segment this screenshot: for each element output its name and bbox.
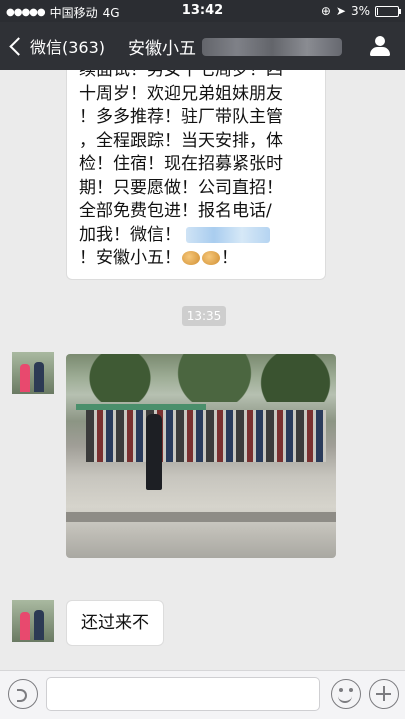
redacted-wechat-id xyxy=(186,226,271,243)
message-line: 检！住宿！现在招募紧张时 xyxy=(79,154,283,174)
chevron-left-icon xyxy=(9,36,28,56)
message-text: ！安徽小五！ xyxy=(79,248,181,268)
back-button[interactable]: 微信(363) xyxy=(6,34,105,58)
message-bubble: 还过来不 xyxy=(66,600,164,646)
chat-title-text: 安徽小五 xyxy=(128,39,196,59)
message-line: 十周岁！欢迎兄弟姐妹朋友 xyxy=(79,83,283,104)
message-text: ！ xyxy=(221,248,238,268)
battery-icon xyxy=(375,5,401,17)
more-button[interactable] xyxy=(369,679,399,709)
message-bubble: 续面试！男女十七周岁！四 十周岁！欢迎兄弟姐妹朋友 ！多多推荐！驻厂带队主管 ，… xyxy=(66,70,326,280)
location-icon: ➤ xyxy=(335,4,346,18)
message-line: 加我！微信！ xyxy=(79,224,315,248)
navigation-bar: 微信(363) 安徽小五 xyxy=(0,22,405,70)
chat-title: 安徽小五 xyxy=(128,34,342,59)
message-line: 期！只要愿做！公司直招！ xyxy=(79,177,283,198)
avatar[interactable] xyxy=(12,352,54,394)
emoji-button[interactable] xyxy=(331,679,361,709)
status-bar: ●●●●● 中国移动 4G 13:42 ⊕ ➤ 3% xyxy=(0,0,405,22)
message-line: 续面试！男女十七周岁！四 xyxy=(79,70,283,80)
redacted-title-blur xyxy=(202,37,342,56)
contact-info-icon[interactable] xyxy=(369,34,391,58)
voice-button[interactable] xyxy=(8,679,38,709)
photo-message[interactable] xyxy=(66,354,336,558)
message-line: 全部免费包进！报名电话/ xyxy=(79,201,272,221)
emoji-icon xyxy=(202,251,220,265)
message-input[interactable] xyxy=(46,677,320,711)
message-line: ，全程跟踪！当天安排，体 xyxy=(79,130,283,151)
message-line: ！安徽小五！ ！ xyxy=(79,247,315,271)
lock-rotation-icon: ⊕ xyxy=(320,4,331,18)
message-text: 加我！微信！ xyxy=(79,224,181,245)
emoji-icon xyxy=(182,251,200,265)
message-timestamp: 13:35 xyxy=(182,306,226,326)
avatar[interactable] xyxy=(12,600,54,642)
input-bar xyxy=(0,670,405,719)
message-line: ！多多推荐！驻厂带队主管 xyxy=(79,107,283,127)
battery-level xyxy=(377,7,378,15)
chat-area: 续面试！男女十七周岁！四 十周岁！欢迎兄弟姐妹朋友 ！多多推荐！驻厂带队主管 ，… xyxy=(0,70,405,670)
back-label: 微信(363) xyxy=(30,38,106,57)
battery-percent: 3% xyxy=(350,4,370,18)
